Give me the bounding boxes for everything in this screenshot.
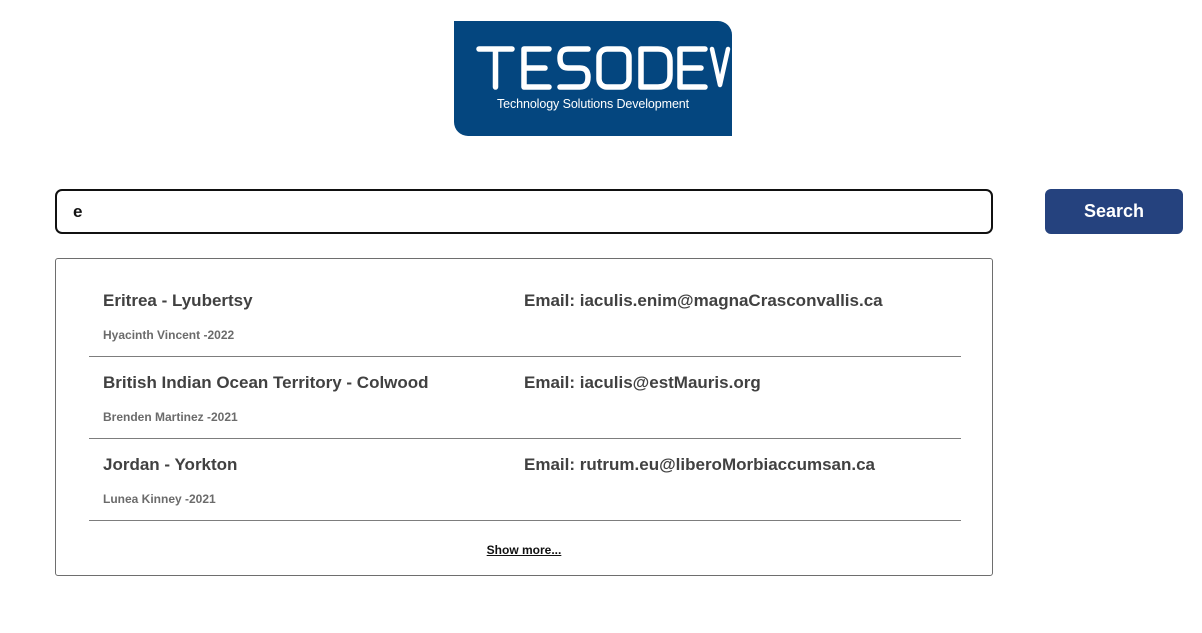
result-item[interactable]: British Indian Ocean Territory - Colwood… bbox=[89, 357, 961, 439]
result-subtitle: Hyacinth Vincent -2022 bbox=[103, 328, 235, 342]
tesodev-logo[interactable]: Technology Solutions Development bbox=[454, 21, 732, 136]
result-email: Email: iaculis.enim@magnaCrasconvallis.c… bbox=[524, 291, 883, 310]
result-item[interactable]: Jordan - Yorkton Lunea Kinney -2021 Emai… bbox=[89, 439, 961, 521]
result-email: Email: iaculis@estMauris.org bbox=[524, 373, 761, 392]
page: Technology Solutions Development Search … bbox=[0, 0, 1202, 633]
search-results-panel: Eritrea - Lyubertsy Hyacinth Vincent -20… bbox=[55, 258, 993, 576]
show-more-container: Show more... bbox=[56, 543, 992, 557]
search-input[interactable] bbox=[55, 189, 993, 234]
logo-tagline: Technology Solutions Development bbox=[496, 97, 690, 111]
search-button[interactable]: Search bbox=[1045, 189, 1183, 234]
result-item[interactable]: Eritrea - Lyubertsy Hyacinth Vincent -20… bbox=[89, 275, 961, 357]
result-subtitle: Brenden Martinez -2021 bbox=[103, 410, 238, 424]
result-title: Eritrea - Lyubertsy bbox=[103, 291, 253, 310]
result-subtitle: Lunea Kinney -2021 bbox=[103, 492, 216, 506]
show-more-link[interactable]: Show more... bbox=[487, 543, 562, 557]
result-email: Email: rutrum.eu@liberoMorbiaccumsan.ca bbox=[524, 455, 875, 474]
result-title: British Indian Ocean Territory - Colwood bbox=[103, 373, 429, 392]
results-list: Eritrea - Lyubertsy Hyacinth Vincent -20… bbox=[89, 275, 961, 521]
result-title: Jordan - Yorkton bbox=[103, 455, 238, 474]
tesodev-logo-mark bbox=[476, 46, 731, 90]
